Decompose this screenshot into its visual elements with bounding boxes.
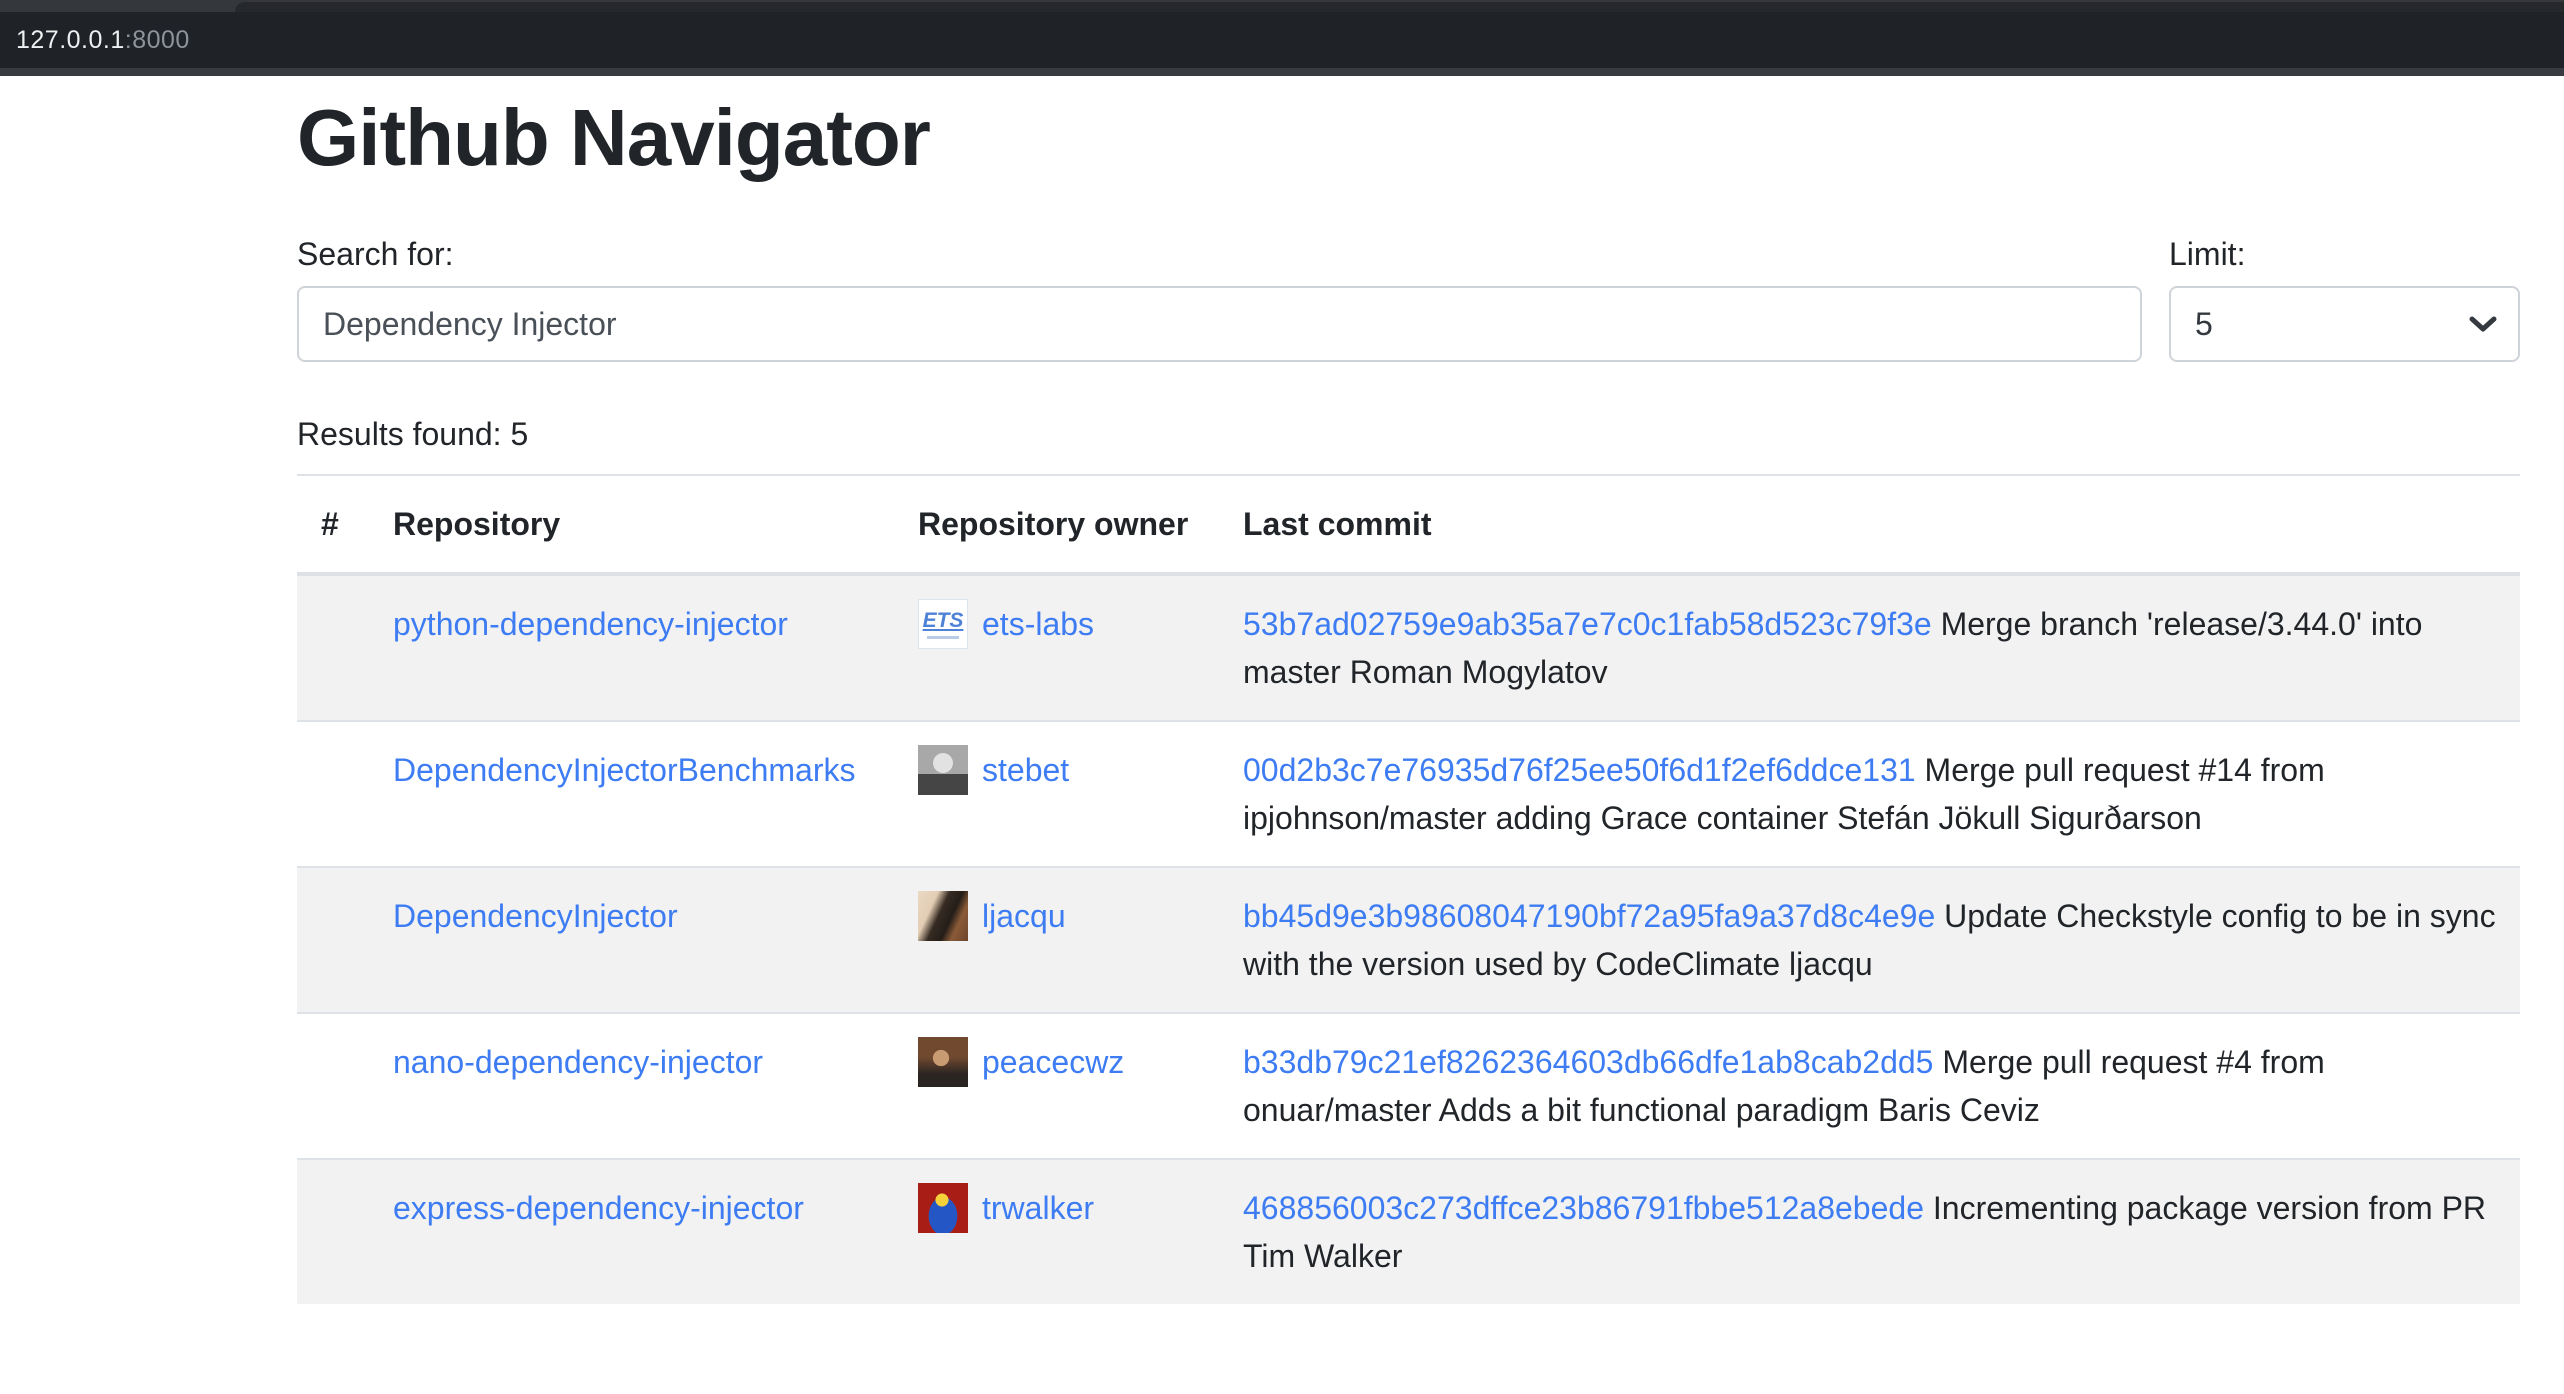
header-last-commit: Last commit — [1219, 475, 2520, 574]
results-table: # Repository Repository owner Last commi… — [297, 474, 2520, 1304]
browser-address-bar[interactable]: 127.0.0.1:8000 — [0, 12, 2564, 68]
url-port: :8000 — [125, 26, 190, 55]
repository-link[interactable]: python-dependency-injector — [393, 606, 788, 642]
header-owner: Repository owner — [894, 475, 1219, 574]
row-index-cell — [297, 867, 369, 1013]
repository-link[interactable]: DependencyInjectorBenchmarks — [393, 752, 855, 788]
limit-field-group: Limit: 5 — [2169, 230, 2520, 362]
search-field-group: Search for: — [297, 230, 2142, 362]
avatar — [918, 745, 968, 795]
limit-select[interactable]: 5 — [2169, 286, 2520, 362]
table-row: express-dependency-injector trwalker 468… — [297, 1159, 2520, 1304]
search-input[interactable] — [297, 286, 2142, 362]
page-title: Github Navigator — [297, 90, 2520, 186]
browser-active-tab[interactable] — [235, 2, 2564, 12]
owner-link[interactable]: ets-labs — [982, 600, 1094, 648]
row-index-cell — [297, 1159, 369, 1304]
commit-hash-link[interactable]: 468856003c273dffce23b86791fbbe512a8ebede — [1243, 1190, 1924, 1226]
repository-link[interactable]: DependencyInjector — [393, 898, 678, 934]
header-repository: Repository — [369, 475, 894, 574]
owner-link[interactable]: ljacqu — [982, 892, 1066, 940]
browser-toolbar-strip — [0, 68, 2564, 76]
table-header-row: # Repository Repository owner Last commi… — [297, 475, 2520, 574]
table-row: DependencyInjectorBenchmarks stebet 00d2… — [297, 721, 2520, 867]
limit-label: Limit: — [2169, 230, 2520, 278]
table-row: nano-dependency-injector peacecwz b33db7… — [297, 1013, 2520, 1159]
repository-link[interactable]: express-dependency-injector — [393, 1190, 804, 1226]
ets-logo-subline — [927, 636, 959, 639]
table-row: DependencyInjector ljacqu bb45d9e3b98608… — [297, 867, 2520, 1013]
owner-link[interactable]: peacecwz — [982, 1038, 1124, 1086]
main-container: Github Navigator Search for: Limit: 5 Re… — [297, 90, 2520, 1304]
repository-link[interactable]: nano-dependency-injector — [393, 1044, 763, 1080]
row-index-cell — [297, 721, 369, 867]
row-index-cell — [297, 574, 369, 721]
avatar — [918, 1183, 968, 1233]
search-label: Search for: — [297, 230, 2142, 278]
browser-tabstrip — [0, 0, 2564, 12]
commit-hash-link[interactable]: 00d2b3c7e76935d76f25ee50f6d1f2ef6ddce131 — [1243, 752, 1916, 788]
results-summary: Results found: 5 — [297, 410, 2520, 458]
url-host: 127.0.0.1 — [16, 26, 125, 55]
search-controls: Search for: Limit: 5 — [297, 230, 2520, 362]
header-index: # — [297, 475, 369, 574]
ets-logo-text: ETS — [923, 610, 964, 632]
commit-hash-link[interactable]: 53b7ad02759e9ab35a7e7c0c1fab58d523c79f3e — [1243, 606, 1932, 642]
row-index-cell — [297, 1013, 369, 1159]
avatar — [918, 1037, 968, 1087]
avatar — [918, 891, 968, 941]
owner-link[interactable]: stebet — [982, 746, 1069, 794]
table-row: python-dependency-injector ETS ets-labs … — [297, 574, 2520, 721]
commit-hash-link[interactable]: bb45d9e3b98608047190bf72a95fa9a37d8c4e9e — [1243, 898, 1935, 934]
avatar: ETS — [918, 599, 968, 649]
commit-hash-link[interactable]: b33db79c21ef8262364603db66dfe1ab8cab2dd5 — [1243, 1044, 1933, 1080]
owner-link[interactable]: trwalker — [982, 1184, 1094, 1232]
